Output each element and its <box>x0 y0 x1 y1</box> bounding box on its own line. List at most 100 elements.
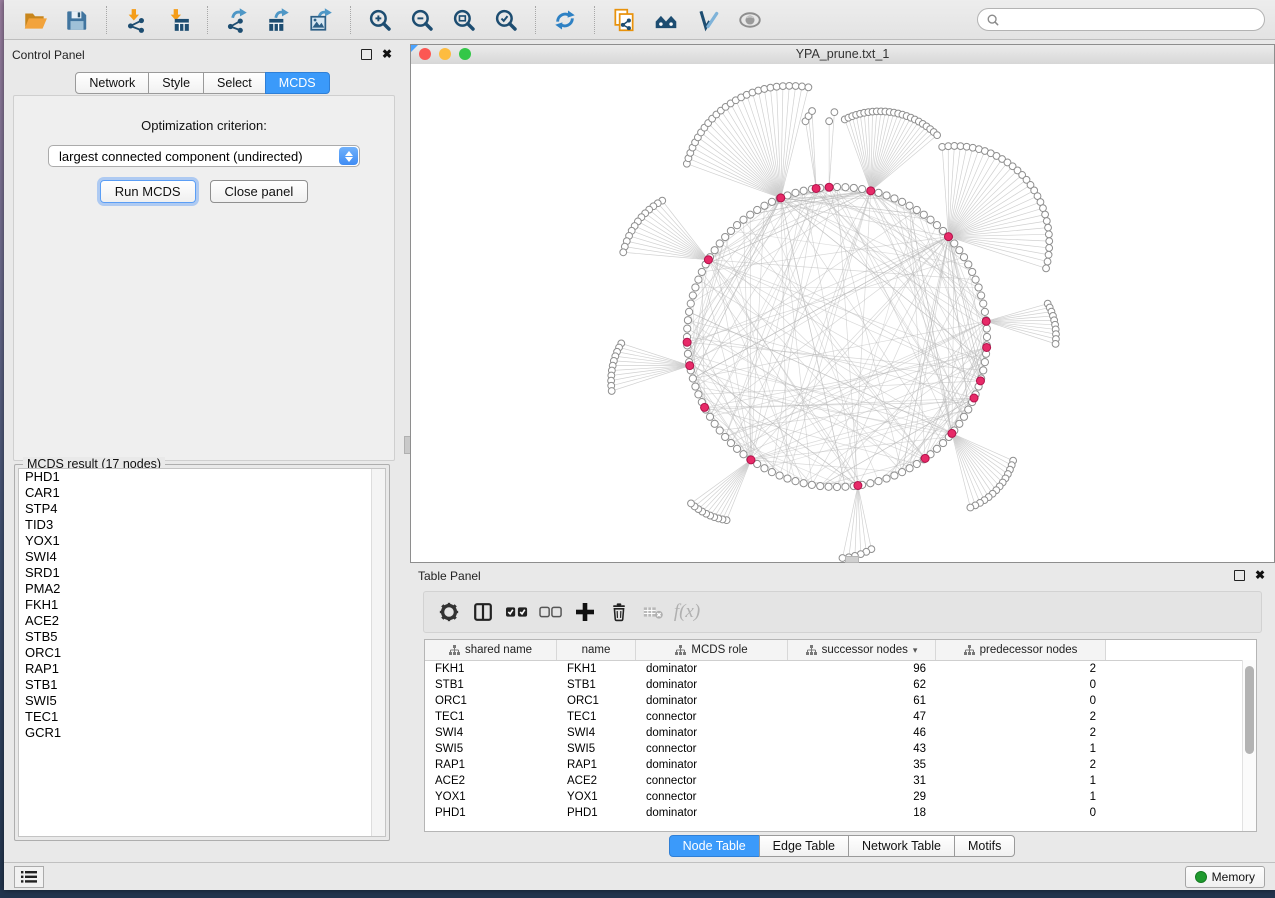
cell-successor-nodes[interactable]: 47 <box>788 711 936 723</box>
mcds-result-item[interactable]: ORC1 <box>19 645 385 661</box>
mcds-result-item[interactable]: ACE2 <box>19 613 385 629</box>
graph-leaf-node[interactable] <box>786 82 793 89</box>
cell-MCDS-role[interactable]: dominator <box>636 663 788 675</box>
table-row[interactable]: ORC1ORC1dominator610 <box>425 693 1256 709</box>
horizontal-splitter-grip[interactable] <box>845 556 859 563</box>
cell-shared-name[interactable]: TEC1 <box>425 711 557 723</box>
cell-successor-nodes[interactable]: 18 <box>788 807 936 819</box>
table-row[interactable]: SWI5SWI5connector431 <box>425 741 1256 757</box>
search-field[interactable] <box>977 8 1265 31</box>
graph-node[interactable] <box>913 206 920 213</box>
graph-node[interactable] <box>842 483 849 490</box>
graph-node[interactable] <box>711 247 718 254</box>
cell-MCDS-role[interactable]: dominator <box>636 759 788 771</box>
task-history-button[interactable] <box>14 866 44 888</box>
cell-MCDS-role[interactable]: dominator <box>636 679 788 691</box>
graph-node[interactable] <box>776 472 783 479</box>
deselect-all-icon[interactable] <box>534 597 568 627</box>
run-mcds-button[interactable]: Run MCDS <box>100 180 196 203</box>
cell-successor-nodes[interactable]: 29 <box>788 791 936 803</box>
graph-leaf-node[interactable] <box>1044 258 1051 265</box>
graph-leaf-node[interactable] <box>767 84 774 91</box>
mcds-hub-node[interactable] <box>683 338 691 346</box>
graph-leaf-node[interactable] <box>1042 211 1049 218</box>
graph-node[interactable] <box>833 483 840 490</box>
network-graph[interactable] <box>411 64 1274 562</box>
graph-node[interactable] <box>698 268 705 275</box>
graph-node[interactable] <box>969 268 976 275</box>
mcds-result-item[interactable]: PHD1 <box>19 469 385 485</box>
close-table-panel-icon[interactable]: ✖ <box>1255 571 1265 580</box>
cell-predecessor-nodes[interactable]: 1 <box>936 743 1106 755</box>
column-header-shared-name[interactable]: shared name <box>425 640 557 660</box>
graph-node[interactable] <box>842 184 849 191</box>
graph-leaf-node[interactable] <box>1040 205 1047 212</box>
cell-name[interactable]: ACE2 <box>557 775 636 787</box>
graph-node[interactable] <box>920 211 927 218</box>
cell-shared-name[interactable]: ORC1 <box>425 695 557 707</box>
cell-predecessor-nodes[interactable]: 1 <box>936 775 1106 787</box>
graph-node[interactable] <box>951 240 958 247</box>
vertical-splitter[interactable] <box>403 44 410 863</box>
mcds-hub-node[interactable] <box>976 377 984 385</box>
graph-leaf-node[interactable] <box>773 83 780 90</box>
tab-network-table[interactable]: Network Table <box>848 835 955 857</box>
criterion-dropdown[interactable]: largest connected component (undirected) <box>48 145 360 167</box>
mcds-hub-node[interactable] <box>777 194 785 202</box>
graph-node[interactable] <box>906 202 913 209</box>
graph-node[interactable] <box>800 187 807 194</box>
graph-node[interactable] <box>727 227 734 234</box>
mcds-result-item[interactable]: SRD1 <box>19 565 385 581</box>
graph-node[interactable] <box>684 325 691 332</box>
cell-shared-name[interactable]: YOX1 <box>425 791 557 803</box>
tab-mcds[interactable]: MCDS <box>265 72 330 94</box>
graph-node[interactable] <box>747 211 754 218</box>
graph-node[interactable] <box>975 284 982 291</box>
graph-leaf-node[interactable] <box>799 83 806 90</box>
cell-predecessor-nodes[interactable]: 2 <box>936 663 1106 675</box>
table-scrollbar-thumb[interactable] <box>1245 666 1254 754</box>
search-input[interactable] <box>1000 12 1256 28</box>
graph-leaf-node[interactable] <box>1045 231 1052 238</box>
graph-node[interactable] <box>792 478 799 485</box>
cell-name[interactable]: ORC1 <box>557 695 636 707</box>
graph-node[interactable] <box>981 359 988 366</box>
mcds-list-scrollbar[interactable] <box>371 469 385 836</box>
cell-predecessor-nodes[interactable]: 2 <box>936 711 1106 723</box>
graph-node[interactable] <box>883 192 890 199</box>
mcds-hub-node[interactable] <box>812 184 820 192</box>
mcds-hub-node[interactable] <box>970 394 978 402</box>
zoom-fit-icon[interactable] <box>449 5 479 35</box>
cell-name[interactable]: STB1 <box>557 679 636 691</box>
cell-name[interactable]: RAP1 <box>557 759 636 771</box>
mcds-result-item[interactable]: TID3 <box>19 517 385 533</box>
graph-node[interactable] <box>939 439 946 446</box>
import-table-icon[interactable] <box>163 5 193 35</box>
graph-node[interactable] <box>761 465 768 472</box>
graph-leaf-node[interactable] <box>934 132 941 139</box>
graph-leaf-node[interactable] <box>826 118 833 125</box>
tab-network[interactable]: Network <box>75 72 149 94</box>
tab-style[interactable]: Style <box>148 72 204 94</box>
cell-predecessor-nodes[interactable]: 2 <box>936 759 1106 771</box>
import-network-icon[interactable] <box>121 5 151 35</box>
graph-leaf-node[interactable] <box>608 388 615 395</box>
export-image-icon[interactable] <box>306 5 336 35</box>
column-chooser-icon[interactable] <box>466 597 500 627</box>
open-folder-icon[interactable] <box>20 5 50 35</box>
new-network-from-selection-icon[interactable] <box>609 5 639 35</box>
graph-node[interactable] <box>875 478 882 485</box>
graph-node[interactable] <box>684 317 691 324</box>
mcds-hub-node[interactable] <box>825 183 833 191</box>
graph-node[interactable] <box>898 198 905 205</box>
close-panel-icon[interactable]: ✖ <box>382 50 392 59</box>
cell-name[interactable]: YOX1 <box>557 791 636 803</box>
graph-node[interactable] <box>695 391 702 398</box>
graph-leaf-node[interactable] <box>780 83 787 90</box>
graph-node[interactable] <box>891 472 898 479</box>
cell-successor-nodes[interactable]: 43 <box>788 743 936 755</box>
table-row[interactable]: RAP1RAP1dominator352 <box>425 757 1256 773</box>
mcds-hub-node[interactable] <box>982 317 990 325</box>
graph-node[interactable] <box>891 195 898 202</box>
zoom-in-icon[interactable] <box>365 5 395 35</box>
